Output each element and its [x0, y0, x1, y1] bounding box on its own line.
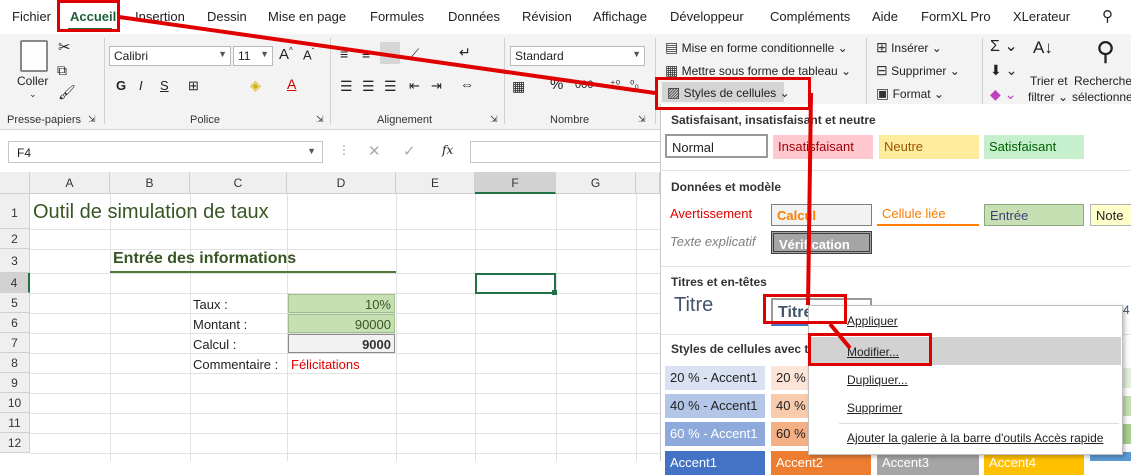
annotation-arrows — [118, 15, 852, 350]
arrow-styles-to-titre — [806, 92, 813, 306]
arrow-accueil-to-styles — [118, 15, 656, 95]
arrow-titre-to-modifier — [828, 322, 852, 350]
